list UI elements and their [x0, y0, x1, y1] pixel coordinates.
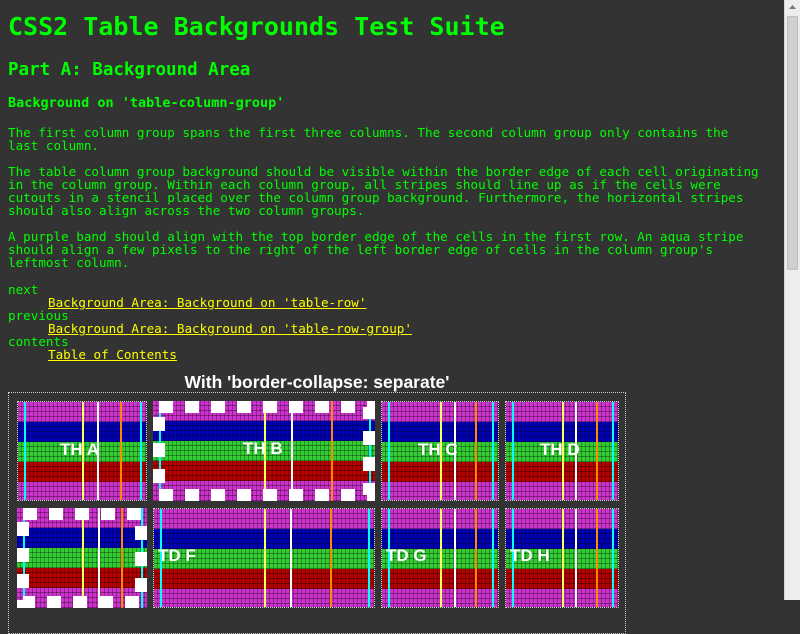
cell-td-g: TD G: [381, 508, 499, 608]
intro-paragraph: The first column group spans the first t…: [8, 125, 729, 153]
cell-th-a-label: TH A: [60, 440, 100, 459]
cell-td-h-label: TD H: [510, 546, 550, 565]
description-paragraph: The table column group background should…: [8, 164, 759, 218]
cell-td-h: TD H: [505, 508, 619, 608]
cell-td-f: TD F: [153, 508, 375, 608]
page-title: CSS2 Table Backgrounds Test Suite: [8, 12, 505, 41]
expectation-paragraph: A purple band should align with the top …: [8, 229, 744, 270]
nav-previous-item: Background Area: Background on 'table-ro…: [48, 322, 412, 335]
table-caption: With 'border-collapse: separate': [184, 372, 450, 392]
cell-td-f-label: TD F: [158, 546, 196, 565]
cell-th-d: TH D: [505, 401, 619, 501]
nav-previous-link[interactable]: Background Area: Background on 'table-ro…: [48, 321, 412, 336]
cell-th-c-label: TH C: [418, 440, 458, 459]
nav-contents-link[interactable]: Table of Contents: [48, 347, 177, 362]
cell-th-a: TH A: [17, 401, 147, 501]
cell-th-b: TH B: [153, 401, 375, 501]
vertical-scrollbar[interactable]: [784, 0, 800, 600]
scroll-up-arrow-icon[interactable]: [785, 0, 800, 15]
cell-td-e: [17, 508, 147, 608]
stripe-pattern: [17, 508, 147, 608]
cell-th-c: TH C: [381, 401, 499, 501]
cell-th-d-label: TH D: [540, 440, 580, 459]
section-heading: Background on 'table-column-group': [8, 95, 285, 111]
test-table: TH A TH B TH C TH D TD F TD G TD H: [8, 392, 626, 634]
nav-next-item: Background Area: Background on 'table-ro…: [48, 296, 412, 309]
scrollbar-thumb[interactable]: [787, 16, 798, 270]
cell-td-g-label: TD G: [386, 546, 427, 565]
navigation-list: next Background Area: Background on 'tab…: [8, 283, 412, 361]
nav-next-link[interactable]: Background Area: Background on 'table-ro…: [48, 295, 366, 310]
part-heading: Part A: Background Area: [8, 60, 251, 80]
nav-contents-item: Table of Contents: [48, 348, 412, 361]
cell-th-b-label: TH B: [243, 439, 283, 458]
page-content: CSS2 Table Backgrounds Test Suite Part A…: [0, 0, 784, 634]
